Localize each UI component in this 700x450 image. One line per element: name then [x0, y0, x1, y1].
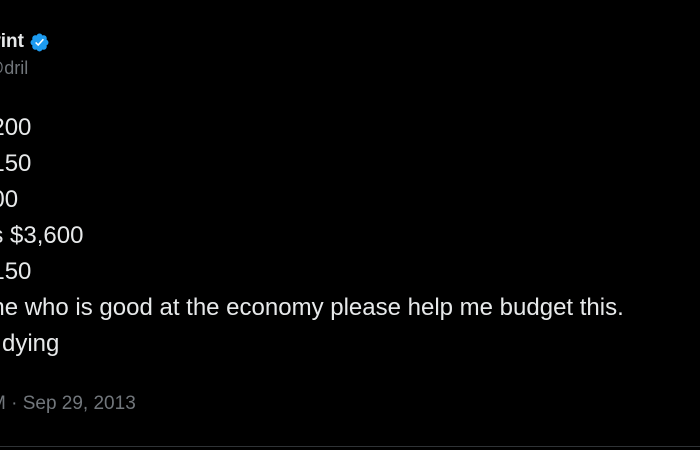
author-display-name[interactable]: wint: [0, 31, 24, 53]
tweet: wint @dril $200 $150 800 es $3,600 $150 …: [0, 0, 700, 450]
tweet-text-line: $150: [0, 150, 32, 177]
author-handle[interactable]: @dril: [0, 58, 50, 79]
tweet-timestamp[interactable]: M · Sep 29, 2013: [0, 393, 136, 415]
author-name-row: wint: [0, 28, 50, 56]
tweet-text-line: one who is good at the economy please he…: [0, 294, 624, 321]
tweet-header: wint @dril: [0, 28, 50, 86]
tweet-text-line: is dying: [0, 330, 60, 357]
tweet-text-line: 800: [0, 186, 19, 213]
tweet-text-line: $200: [0, 114, 32, 141]
tweet-text: $200 $150 800 es $3,600 $150 one who is …: [0, 110, 700, 362]
tweet-text-line: $150: [0, 258, 32, 285]
divider: [0, 446, 700, 447]
verified-badge-icon: [30, 33, 49, 51]
tweet-text-line: es $3,600: [0, 222, 84, 249]
